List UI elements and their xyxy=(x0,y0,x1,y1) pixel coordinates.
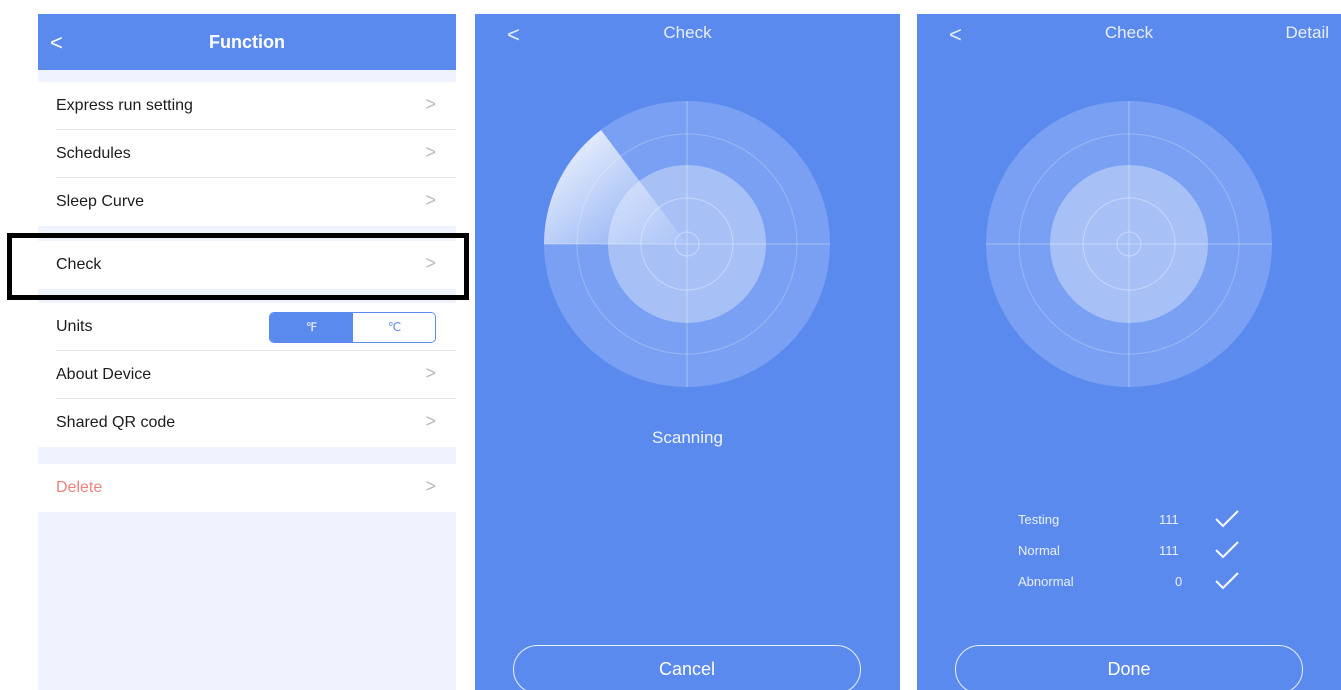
unit-fahrenheit-option[interactable]: ℉ xyxy=(270,313,353,342)
check-icon xyxy=(1215,510,1239,528)
result-value: 111 xyxy=(1159,512,1179,527)
chevron-right-icon: > xyxy=(425,190,436,210)
radar-icon xyxy=(544,101,830,387)
page-title: Function xyxy=(209,32,285,52)
result-value: 0 xyxy=(1175,574,1183,589)
menu-item-schedules[interactable]: Schedules > xyxy=(38,130,456,178)
unit-celsius-option[interactable]: ℃ xyxy=(353,313,435,342)
menu-item-label: Shared QR code xyxy=(56,414,176,431)
menu-item-label: Schedules xyxy=(56,145,131,162)
menu-item-express-run-setting[interactable]: Express run setting > xyxy=(38,82,456,130)
check-icon xyxy=(1215,572,1239,590)
nav-bar: < Function xyxy=(38,14,456,70)
page-title: Check xyxy=(663,23,712,42)
chevron-right-icon: > xyxy=(425,94,436,114)
menu-item-delete[interactable]: Delete > xyxy=(38,464,456,512)
check-result-screen: < Check Detail Testing 111 Normal 111 Ab… xyxy=(917,14,1341,690)
menu-item-label: Sleep Curve xyxy=(56,193,145,210)
check-scanning-screen: < Check Scanning Cancel xyxy=(475,14,900,690)
units-toggle[interactable]: ℉ ℃ xyxy=(269,312,436,343)
menu-item-shared-qr-code[interactable]: Shared QR code > xyxy=(38,399,456,447)
cancel-button[interactable]: Cancel xyxy=(513,645,861,690)
menu-item-sleep-curve[interactable]: Sleep Curve > xyxy=(38,178,456,226)
detail-button[interactable]: Detail xyxy=(1286,23,1329,43)
menu-item-units: Units ℉ ℃ xyxy=(38,303,456,351)
scanning-status: Scanning xyxy=(652,428,723,447)
highlight-box xyxy=(7,233,469,300)
chevron-right-icon: > xyxy=(425,142,436,162)
function-screen: < Function Express run setting > Schedul… xyxy=(38,14,456,690)
menu-item-label: Express run setting xyxy=(56,97,193,114)
menu-item-label: About Device xyxy=(56,366,152,383)
result-label: Abnormal xyxy=(1018,574,1074,589)
done-button[interactable]: Done xyxy=(955,645,1303,690)
menu-item-label: Units xyxy=(56,318,93,335)
chevron-right-icon: > xyxy=(425,363,436,383)
result-label: Testing xyxy=(1018,512,1060,527)
chevron-right-icon: > xyxy=(425,411,436,431)
radar-icon xyxy=(986,101,1272,387)
chevron-right-icon: > xyxy=(425,476,436,496)
result-label: Normal xyxy=(1018,543,1060,558)
menu-item-about-device[interactable]: About Device > xyxy=(38,351,456,399)
menu-item-label: Delete xyxy=(56,479,103,496)
check-icon xyxy=(1215,541,1239,559)
result-value: 111 xyxy=(1159,543,1179,558)
page-title: Check xyxy=(1104,23,1154,42)
